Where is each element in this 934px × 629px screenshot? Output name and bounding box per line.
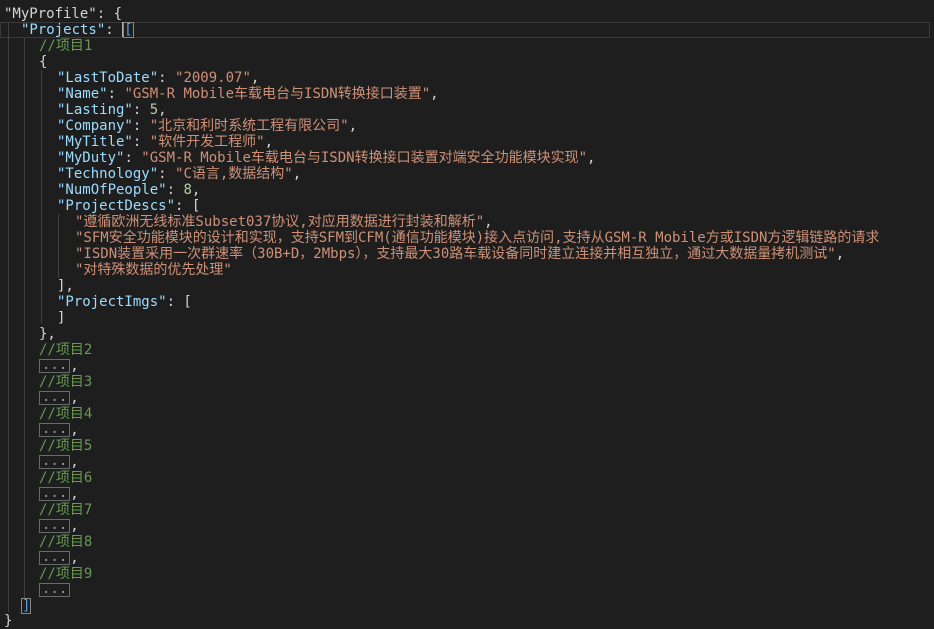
code-line: ] xyxy=(57,310,66,326)
comment: //项目8 xyxy=(39,534,93,550)
json-string: "软件开发工程师" xyxy=(149,134,265,150)
json-key: "NumOfPeople" xyxy=(57,182,167,198)
code-line: ..., xyxy=(39,358,79,374)
json-string: "北京和利时系统工程有限公司" xyxy=(149,118,349,134)
code-line: "MyDuty": "GSM-R Mobile车载电台与ISDN转换接口装置对端… xyxy=(57,150,596,166)
json-key: "LastToDate" xyxy=(57,70,159,86)
code-line: //项目3 xyxy=(39,374,92,390)
folded-region-button[interactable]: ... xyxy=(39,454,71,469)
json-key: "Projects" xyxy=(21,22,106,38)
json-string: "GSM-R Mobile车载电台与ISDN转换接口装置对端安全功能模块实现" xyxy=(141,150,588,166)
folded-region-button[interactable]: ... xyxy=(39,358,71,373)
json-string: "2009.07" xyxy=(175,70,251,86)
code-line: ] xyxy=(21,598,32,614)
comment: //项目7 xyxy=(39,502,93,518)
code-line: ], xyxy=(57,278,74,294)
code-line: "ProjectImgs": [ xyxy=(57,294,192,310)
code-line: "MyTitle": "软件开发工程师", xyxy=(57,134,274,150)
code-line: "ProjectDescs": [ xyxy=(57,198,201,214)
json-key: "MyDuty" xyxy=(57,150,125,166)
json-key: "MyTitle" xyxy=(57,134,133,150)
code-line: } xyxy=(4,613,13,629)
code-line: //项目1 xyxy=(39,38,92,54)
code-line: { xyxy=(39,54,48,70)
code-line: //项目9 xyxy=(39,566,92,582)
code-line: //项目7 xyxy=(39,502,92,518)
code-line: "SFM安全功能模块的设计和实现，支持SFM到CFM(通信功能模块)接入点访问,… xyxy=(75,230,879,246)
comment: //项目5 xyxy=(39,438,93,454)
code-line: "Lasting": 5, xyxy=(57,102,167,118)
json-number: 8 xyxy=(183,182,192,198)
code-line: ..., xyxy=(39,422,79,438)
code-line: //项目8 xyxy=(39,534,92,550)
folded-region-button[interactable]: ... xyxy=(39,582,71,597)
code-line: //项目6 xyxy=(39,470,92,486)
matched-bracket: ] xyxy=(21,598,32,614)
json-key: "Lasting" xyxy=(57,102,133,118)
code-line: "Technology": "C语言,数据结构", xyxy=(57,166,302,182)
comment: //项目4 xyxy=(39,406,93,422)
folded-region-button[interactable]: ... xyxy=(39,486,71,501)
comment: //项目1 xyxy=(39,38,93,54)
indent-guide xyxy=(24,38,25,598)
code-line: "遵循欧洲无线标准Subset037协议,对应用数据进行封装和解析", xyxy=(75,214,493,230)
folded-region-button[interactable]: ... xyxy=(39,422,71,437)
code-line: }, xyxy=(39,326,56,342)
json-string: "对特殊数据的优先处理" xyxy=(75,262,232,278)
code-line: "ISDN装置采用一次群速率（30B+D，2Mbps），支持最大30路车载设备同… xyxy=(75,246,845,262)
json-key: "Name" xyxy=(57,86,108,102)
code-line: "NumOfPeople": 8, xyxy=(57,182,201,198)
comment: //项目2 xyxy=(39,342,93,358)
json-key: "MyProfile" xyxy=(4,6,97,22)
json-string: "遵循欧洲无线标准Subset037协议,对应用数据进行封装和解析" xyxy=(75,214,485,230)
matched-bracket: [ xyxy=(123,22,134,38)
code-line: "Projects": [ xyxy=(21,22,134,38)
code-line: "对特殊数据的优先处理" xyxy=(75,262,232,278)
folded-region-button[interactable]: ... xyxy=(39,390,71,405)
code-line: //项目5 xyxy=(39,438,92,454)
comment: //项目3 xyxy=(39,374,93,390)
indent-guide xyxy=(41,70,42,324)
code-line: ..., xyxy=(39,550,79,566)
code-line: //项目2 xyxy=(39,342,92,358)
json-key: "Company" xyxy=(57,118,133,134)
current-line-highlight xyxy=(0,22,930,38)
comment: //项目6 xyxy=(39,470,93,486)
json-string: "SFM安全功能模块的设计和实现，支持SFM到CFM(通信功能模块)接入点访问,… xyxy=(75,230,880,246)
code-line: ..., xyxy=(39,486,79,502)
code-line: ..., xyxy=(39,454,79,470)
json-key: "ProjectDescs" xyxy=(57,198,176,214)
code-line: "Name": "GSM-R Mobile车载电台与ISDN转换接口装置", xyxy=(57,86,439,102)
json-number: 5 xyxy=(149,102,159,118)
indent-guide xyxy=(58,214,59,278)
json-key: "ProjectImgs" xyxy=(57,294,167,310)
code-line: //项目4 xyxy=(39,406,92,422)
indent-guide xyxy=(8,22,9,612)
code-line: ..., xyxy=(39,390,79,406)
json-string: "ISDN装置采用一次群速率（30B+D，2Mbps），支持最大30路车载设备同… xyxy=(75,246,836,262)
json-string: "GSM-R Mobile车载电台与ISDN转换接口装置" xyxy=(124,86,431,102)
folded-region-button[interactable]: ... xyxy=(39,550,71,565)
comment: //项目9 xyxy=(39,566,93,582)
folded-region-button[interactable]: ... xyxy=(39,518,71,533)
json-string: "C语言,数据结构" xyxy=(175,166,293,182)
code-line: "LastToDate": "2009.07", xyxy=(57,70,260,86)
code-line: ... xyxy=(39,582,71,598)
code-line: "Company": "北京和利时系统工程有限公司", xyxy=(57,118,358,134)
code-line: ..., xyxy=(39,518,79,534)
code-editor[interactable]: "MyProfile": { "Projects": [ //项目1 { "La… xyxy=(0,0,934,629)
json-key: "Technology" xyxy=(57,166,159,182)
code-line: "MyProfile": { xyxy=(4,6,123,22)
